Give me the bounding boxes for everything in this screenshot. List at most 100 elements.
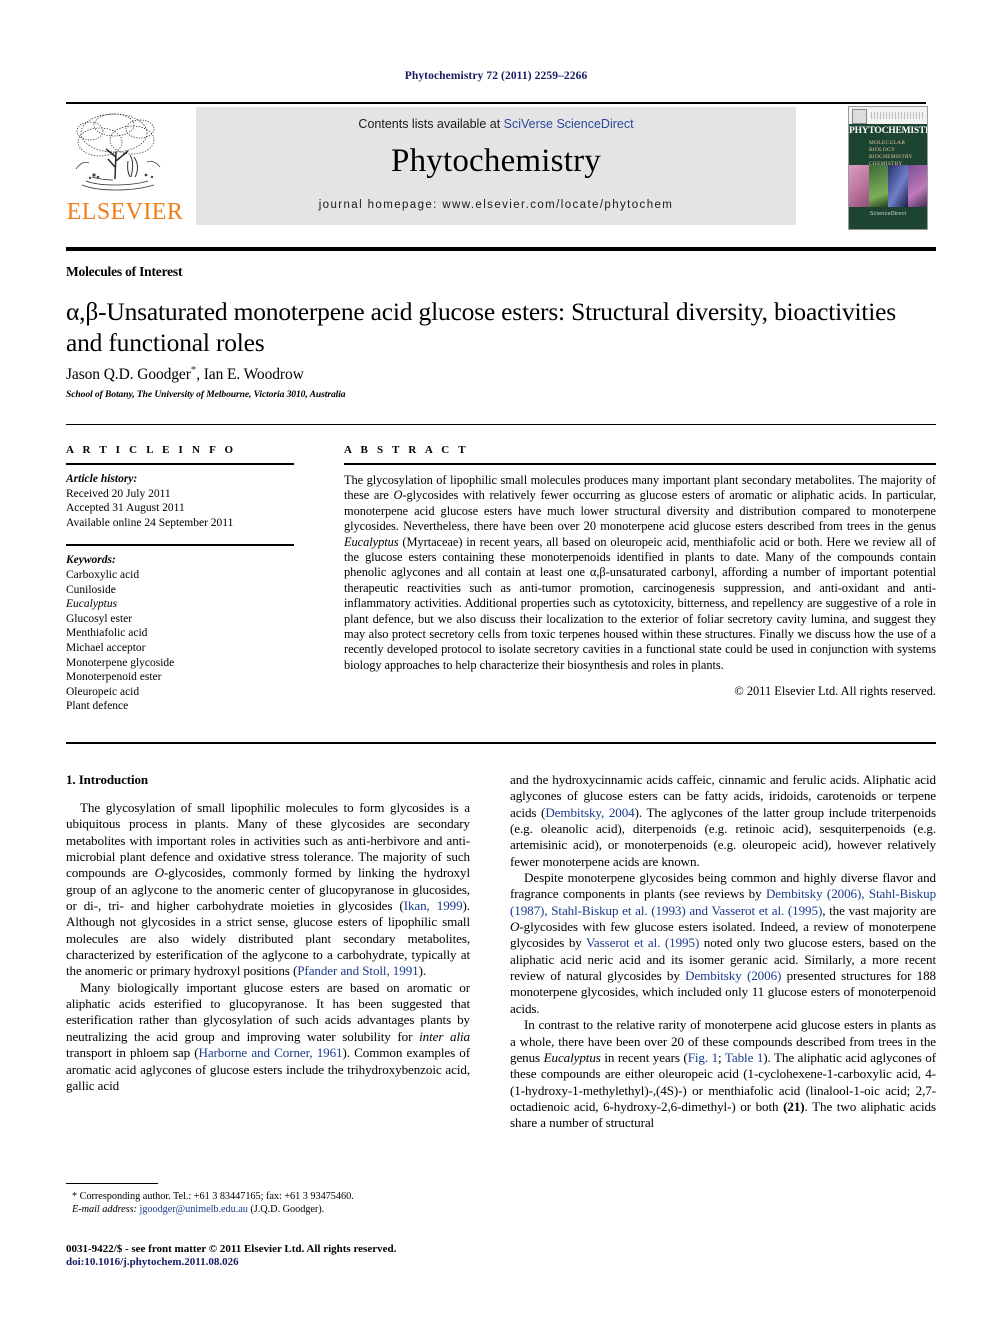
- keywords-label: Keywords:: [66, 554, 116, 567]
- elsevier-logo: ELSEVIER: [66, 109, 184, 227]
- abstract-column: A B S T R A C T The glycosylation of lip…: [344, 444, 936, 699]
- cover-topbar: [849, 107, 927, 124]
- journal-homepage[interactable]: journal homepage: www.elsevier.com/locat…: [196, 199, 796, 211]
- cover-image-4: [907, 165, 927, 207]
- page-footer: 0031-9422/$ - see front matter © 2011 El…: [66, 1243, 586, 1270]
- introduction-heading: 1. Introduction: [66, 772, 149, 787]
- p1-o-italic: O: [154, 865, 164, 881]
- footnote-email-line: E-mail address: jgoodger@unimelb.edu.au …: [66, 1203, 476, 1216]
- intro-paragraph-1: The glycosylation of small lipophilic mo…: [66, 800, 470, 980]
- cover-elsevier-mark-icon: [852, 109, 867, 124]
- cover-image-1: [849, 165, 869, 207]
- abstract-copyright: © 2011 Elsevier Ltd. All rights reserved…: [734, 684, 936, 699]
- article-info-column: A R T I C L E I N F O Article history: R…: [66, 444, 294, 714]
- doi-link[interactable]: 10.1016/j.phytochem.2011.08.026: [84, 1256, 238, 1268]
- keyword-item: Cuniloside: [66, 583, 116, 596]
- history-accepted: Accepted 31 August 2011: [66, 502, 185, 515]
- citation-ikan-1999[interactable]: Ikan, 1999: [404, 898, 463, 913]
- keyword-item: Carboxylic acid: [66, 568, 140, 581]
- intro-paragraph-2: Many biologically important glucose este…: [66, 980, 470, 1094]
- citation-pfander-stoll-1991[interactable]: Pfander and Stoll, 1991: [297, 963, 418, 978]
- author-list: Jason Q.D. Goodger*, Ian E. Woodrow: [66, 364, 866, 384]
- keyword-item: Monoterpene glycoside: [66, 656, 175, 669]
- journal-cover-thumbnail: PHYTOCHEMISTRY MOLECULAR BIOLOGYBIOCHEMI…: [848, 106, 928, 230]
- footnote-corresponding-text: Corresponding author. Tel.: +61 3 834471…: [77, 1191, 354, 1202]
- history-online: Available online 24 September 2011: [66, 516, 234, 529]
- journal-band: Contents lists available at SciVerse Sci…: [196, 107, 796, 225]
- abstract-text: The glycosylation of lipophilic small mo…: [344, 473, 936, 673]
- footnote-rule: [66, 1183, 158, 1184]
- cover-hatch-lines: [871, 112, 923, 119]
- body-left-column: 1. Introduction The glycosylation of sma…: [66, 772, 470, 1094]
- link-figure-1[interactable]: Fig. 1: [688, 1050, 718, 1065]
- p2-inter-alia-italic: inter alia: [419, 1028, 470, 1044]
- keyword-item: Plant defence: [66, 700, 129, 713]
- abstract-heading: A B S T R A C T: [344, 444, 469, 456]
- issn-copyright-line: 0031-9422/$ - see front matter © 2011 El…: [66, 1243, 397, 1255]
- running-head: Phytochemistry 72 (2011) 2259–2266: [404, 70, 588, 82]
- title-top-rule: [66, 247, 936, 251]
- email-label: E-mail address:: [72, 1204, 137, 1215]
- cover-footer-text: ScienceDirect: [869, 211, 907, 217]
- affiliation: School of Botany, The University of Melb…: [66, 389, 346, 400]
- history-received: Received 20 July 2011: [66, 487, 171, 500]
- contents-prefix: Contents lists available at: [358, 117, 504, 131]
- email-suffix: (J.Q.D. Goodger).: [247, 1204, 325, 1215]
- cover-image-strip: [849, 165, 927, 207]
- section-label: Molecules of Interest: [66, 264, 183, 279]
- citation-dembitsky-2006[interactable]: Dembitsky (2006): [685, 968, 781, 983]
- r3-genus-eucalyptus: Eucalyptus: [543, 1049, 601, 1065]
- article-info-heading: A R T I C L E I N F O: [66, 444, 237, 456]
- email-link[interactable]: jgoodger@unimelb.edu.au: [139, 1204, 247, 1215]
- p2-a: Many biologically important glucose este…: [66, 979, 470, 1044]
- abstract-genus-eucalyptus: Eucalyptus: [344, 534, 399, 549]
- r3-b: in recent years (: [600, 1049, 688, 1065]
- right-paragraph-2: Despite monoterpene glycosides being com…: [510, 870, 936, 1017]
- r3-c: ;: [718, 1049, 725, 1065]
- right-paragraph-1: and the hydroxycinnamic acids caffeic, c…: [510, 772, 936, 870]
- cover-title: PHYTOCHEMISTRY: [849, 126, 927, 136]
- cover-image-3: [888, 165, 908, 207]
- keyword-item: Menthiafolic acid: [66, 627, 148, 640]
- keyword-item: Eucalyptus: [66, 598, 118, 611]
- sciencedirect-link[interactable]: SciVerse ScienceDirect: [504, 117, 634, 131]
- author-secondary: , Ian E. Woodrow: [196, 366, 304, 384]
- keywords-block: Keywords: Carboxylic acid Cuniloside Euc…: [66, 553, 294, 714]
- citation-dembitsky-2004[interactable]: Dembitsky, 2004: [545, 805, 634, 820]
- keyword-item: Glucosyl ester: [66, 612, 133, 625]
- r2-o-italic: O: [510, 919, 520, 935]
- right-paragraph-3: In contrast to the relative rarity of mo…: [510, 1017, 936, 1131]
- abstract-rule: [344, 463, 936, 465]
- elsevier-wordmark: ELSEVIER: [66, 199, 184, 225]
- p2-b: transport in phloem sap (: [66, 1045, 199, 1061]
- keyword-item: Michael acceptor: [66, 641, 146, 654]
- footnote-corresponding-line: * Corresponding author. Tel.: +61 3 8344…: [66, 1190, 476, 1203]
- p1-d: ).: [418, 963, 427, 979]
- keyword-item: Monoterpenoid ester: [66, 671, 162, 684]
- body-right-column: and the hydroxycinnamic acids caffeic, c…: [510, 772, 936, 1132]
- citation-harborne-corner-1961[interactable]: Harborne and Corner, 1961: [198, 1045, 342, 1060]
- footnote-block: * Corresponding author. Tel.: +61 3 8344…: [66, 1190, 476, 1216]
- affiliation-bottom-rule: [66, 424, 936, 425]
- journal-title: Phytochemistry: [391, 143, 601, 179]
- citation-vasserot-1995[interactable]: Vasserot et al. (1995): [586, 935, 699, 950]
- abstract-part-3: (Myrtaceae) in recent years, all based o…: [344, 534, 936, 672]
- paper-page: Phytochemistry 72 (2011) 2259–2266 ELSEV…: [0, 0, 992, 1323]
- cover-subtitle: MOLECULAR BIOLOGY BIOCHEMISTRY CHEMISTRY: [869, 140, 913, 167]
- r2-b: , the vast majority are: [822, 902, 936, 918]
- doi-prefix: doi:: [66, 1256, 85, 1269]
- keyword-item: Oleuropeic acid: [66, 685, 140, 698]
- page-title: α,β-Unsaturated monoterpene acid glucose…: [66, 297, 897, 357]
- article-info-rule: [66, 463, 294, 465]
- link-table-1[interactable]: Table 1: [725, 1050, 763, 1065]
- body-top-rule: [66, 742, 936, 744]
- article-history-block: Article history: Received 20 July 2011 A…: [66, 472, 294, 530]
- cover-image-2: [868, 165, 888, 207]
- abstract-part-2: -glycosides with relatively fewer occurr…: [344, 488, 937, 534]
- article-history-label: Article history:: [66, 473, 138, 485]
- elsevier-tree-icon: [75, 113, 161, 191]
- author-primary: Jason Q.D. Goodger: [66, 366, 191, 384]
- contents-available-line: Contents lists available at SciVerse Sci…: [196, 117, 796, 131]
- keywords-rule: [66, 544, 294, 547]
- journal-masthead: ELSEVIER Contents lists available at Sci…: [66, 103, 926, 233]
